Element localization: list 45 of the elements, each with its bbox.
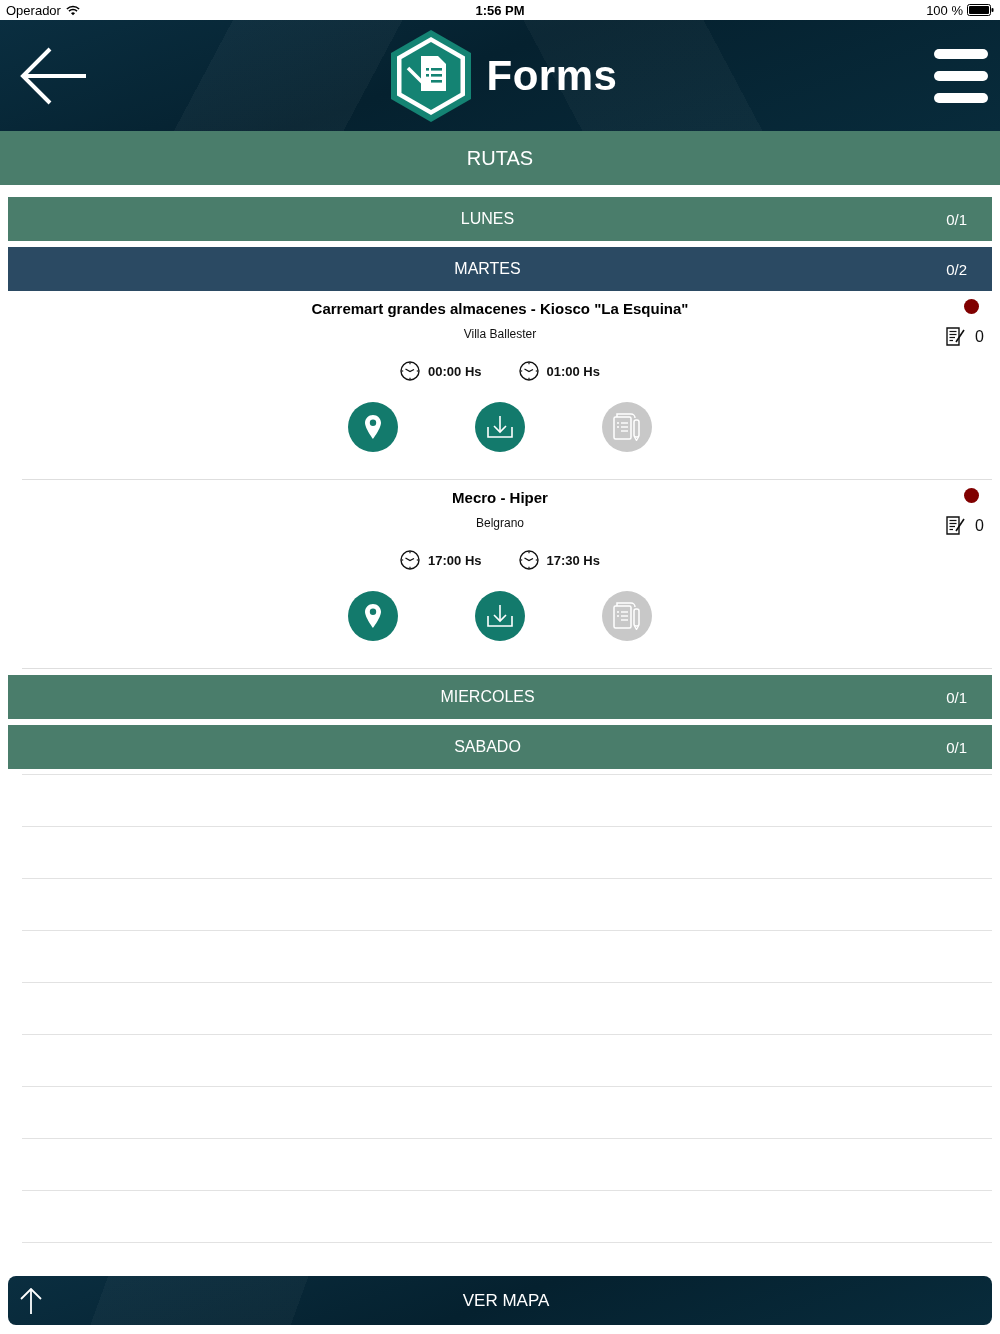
download-button[interactable] — [475, 591, 525, 641]
forms-count: 0 — [975, 516, 984, 535]
day-count: 0/2 — [946, 260, 967, 278]
map-view-button[interactable]: VER MAPA — [8, 1276, 992, 1325]
clock-icon — [400, 361, 420, 381]
visit-location: Villa Ballester — [463, 326, 537, 343]
time-label: 01:00 Hs — [546, 363, 600, 379]
time-label: 17:30 Hs — [546, 552, 600, 568]
day-header[interactable]: MARTES 0/2 — [8, 247, 992, 291]
visit-title: Carremart grandes almacenes - Kiosco "La Esquina" — [311, 299, 689, 319]
carrier-name: Operador — [6, 2, 61, 18]
day-count: 0/1 — [946, 210, 967, 228]
day-count: 0/1 — [946, 738, 967, 756]
download-icon — [487, 605, 513, 627]
download-button[interactable] — [475, 402, 525, 452]
section-title: RUTAS — [0, 131, 1000, 185]
day-header[interactable]: MIERCOLES 0/1 — [8, 675, 992, 719]
time-label: 00:00 Hs — [428, 363, 482, 379]
document-pen-icon — [946, 327, 966, 346]
clock-icon — [518, 361, 539, 381]
notebook-pen-icon — [613, 602, 641, 630]
logo-icon — [390, 29, 471, 122]
wifi-icon — [65, 4, 80, 16]
map-pin-icon — [365, 415, 381, 439]
status-time: 1:56 PM — [475, 2, 525, 18]
menu-icon[interactable] — [934, 48, 988, 103]
app-title: Forms — [486, 51, 618, 100]
day-header[interactable]: LUNES 0/1 — [8, 197, 992, 241]
forms-count: 0 — [975, 327, 984, 346]
location-button[interactable] — [348, 591, 398, 641]
visit-location: Belgrano — [475, 515, 524, 532]
clock-icon — [400, 550, 420, 570]
time-label: 17:00 Hs — [428, 552, 482, 568]
map-pin-icon — [365, 604, 381, 628]
location-button[interactable] — [348, 402, 398, 452]
download-icon — [487, 416, 513, 438]
visit-title: Mecro - Hiper — [452, 488, 548, 508]
notebook-pen-icon — [613, 413, 641, 441]
day-header[interactable]: SABADO 0/1 — [8, 725, 992, 769]
document-pen-icon — [946, 516, 966, 535]
battery-icon — [967, 4, 994, 16]
battery-percent: 100 % — [926, 2, 963, 18]
day-count: 0/1 — [946, 688, 967, 706]
up-arrow-icon — [20, 1287, 42, 1314]
clock-icon — [518, 550, 539, 570]
